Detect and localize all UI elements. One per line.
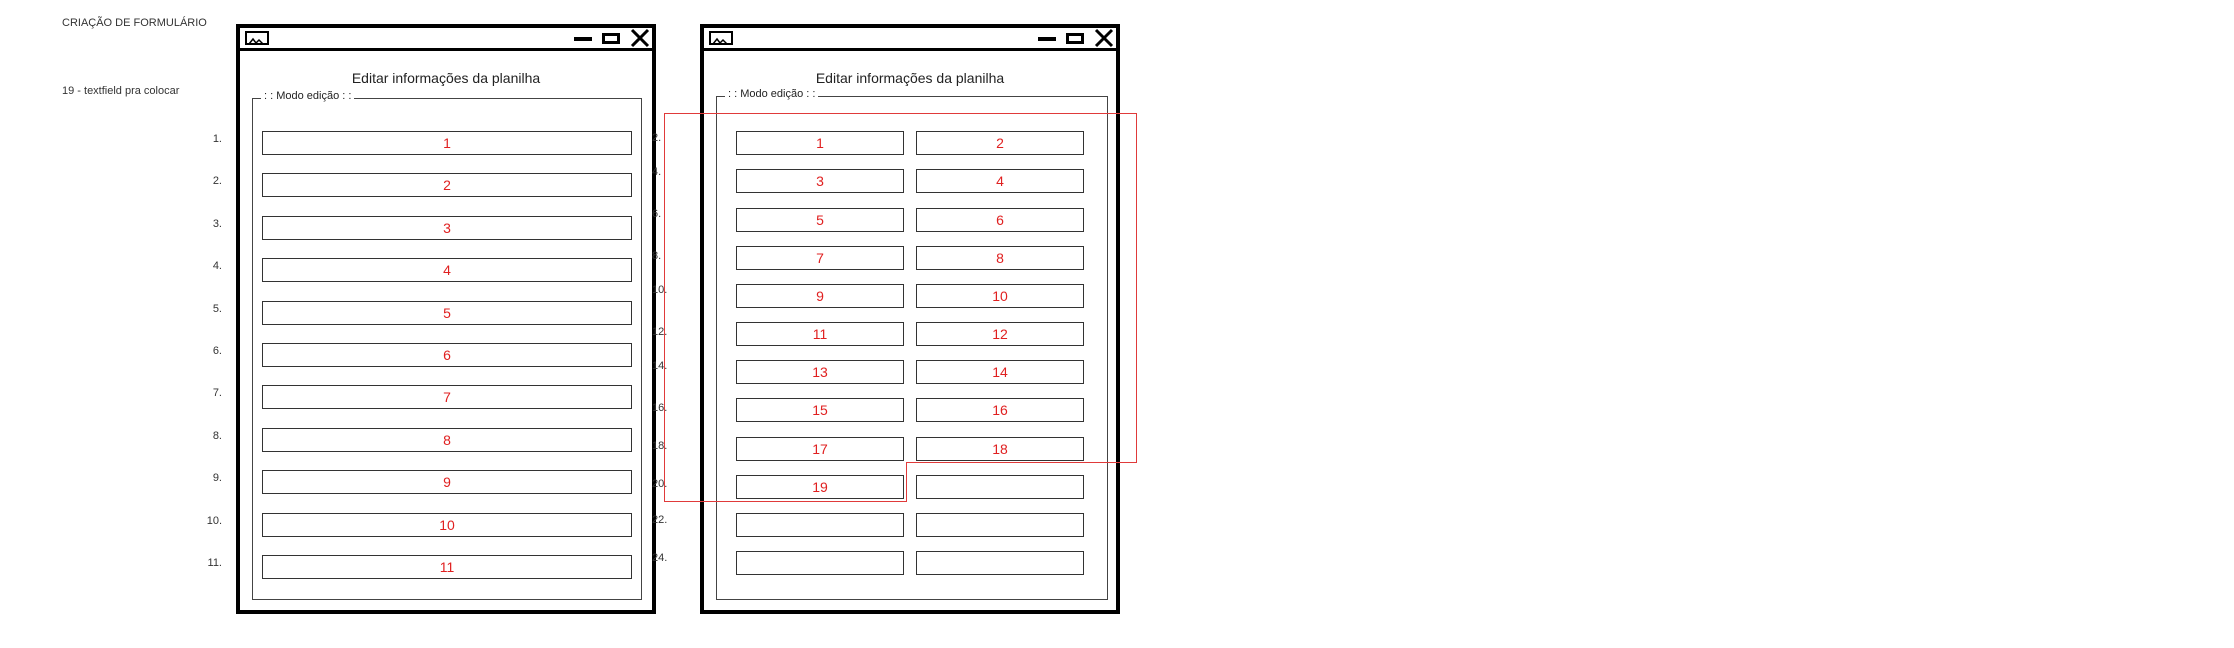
row-number-label: 4. <box>652 166 662 178</box>
text-field[interactable]: 16 <box>916 398 1084 422</box>
text-field[interactable] <box>916 475 1084 499</box>
text-field[interactable]: 7 <box>736 246 904 270</box>
text-field[interactable]: 18 <box>916 437 1084 461</box>
minimize-icon[interactable] <box>574 37 592 41</box>
text-field[interactable]: 19 <box>736 475 904 499</box>
row-number-label: 8. <box>212 429 222 442</box>
window-title: Editar informações da planilha <box>351 70 541 86</box>
text-field[interactable]: 15 <box>736 398 904 422</box>
text-field[interactable]: 10 <box>262 512 632 537</box>
row-number-label: 22. <box>652 514 668 526</box>
text-field[interactable] <box>736 513 904 537</box>
text-field[interactable]: 1 <box>736 131 904 155</box>
text-field[interactable]: 8 <box>916 246 1084 270</box>
text-field[interactable]: 6 <box>916 208 1084 232</box>
diagram-subtitle: 19 - textfield pra colocar <box>62 85 180 97</box>
row-number-label: 14. <box>652 360 668 372</box>
row-number-label: 4. <box>212 260 222 273</box>
close-icon[interactable] <box>1094 28 1114 48</box>
app-icon <box>709 31 733 45</box>
text-field[interactable]: 11 <box>736 322 904 346</box>
row-number-label: 6. <box>212 345 222 357</box>
text-field[interactable]: 3 <box>262 215 632 240</box>
text-field[interactable]: 2 <box>262 173 632 198</box>
text-field[interactable] <box>916 513 1084 537</box>
text-field[interactable]: 7 <box>262 385 632 410</box>
row-number-label: 24. <box>652 552 668 564</box>
text-field[interactable]: 5 <box>262 300 632 325</box>
text-field[interactable] <box>916 551 1084 575</box>
row-number-label: 3. <box>212 217 222 230</box>
text-field[interactable]: 14 <box>916 360 1084 384</box>
maximize-icon[interactable] <box>602 33 620 44</box>
row-number-label: 9. <box>212 472 222 485</box>
row-number-label: 18. <box>652 440 668 452</box>
text-field[interactable]: 11 <box>262 555 632 579</box>
text-field[interactable]: 3 <box>736 169 904 193</box>
row-number-label: 8. <box>652 250 662 262</box>
text-field[interactable]: 9 <box>736 284 904 308</box>
fieldset-legend: : : Modo edição : : <box>261 90 355 102</box>
text-field[interactable]: 17 <box>736 437 904 461</box>
diagram-heading: CRIAÇÃO DE FORMULÁRIO <box>62 17 207 29</box>
text-field[interactable]: 2 <box>916 131 1084 155</box>
text-field[interactable] <box>736 551 904 575</box>
text-field[interactable]: 10 <box>916 284 1084 308</box>
text-field[interactable]: 13 <box>736 360 904 384</box>
row-number-label: 6. <box>652 208 662 220</box>
row-number-label: 5. <box>212 302 222 315</box>
window-title: Editar informações da planilha <box>815 70 1005 86</box>
row-number-label: 20. <box>652 478 668 490</box>
maximize-icon[interactable] <box>1066 33 1084 44</box>
close-icon[interactable] <box>630 28 650 48</box>
text-field[interactable]: 9 <box>262 470 632 495</box>
row-number-label: 10. <box>652 284 668 296</box>
text-field[interactable]: 12 <box>916 322 1084 346</box>
row-number-label: 7. <box>212 387 222 400</box>
text-field[interactable]: 5 <box>736 208 904 232</box>
minimize-icon[interactable] <box>1038 37 1056 41</box>
text-field[interactable]: 4 <box>916 169 1084 193</box>
text-field[interactable]: 1 <box>262 131 632 155</box>
row-number-label: 11. <box>207 557 222 569</box>
titlebar <box>704 28 1116 51</box>
row-number-label: 16. <box>652 402 668 414</box>
row-number-label: 2. <box>652 132 662 144</box>
titlebar <box>240 28 652 51</box>
row-number-label: 2. <box>212 175 222 188</box>
text-field[interactable]: 8 <box>262 427 632 452</box>
app-icon <box>245 31 269 45</box>
row-number-label: 12. <box>652 326 668 338</box>
row-number-label: 1. <box>212 133 222 145</box>
text-field[interactable]: 6 <box>262 343 632 367</box>
window-left: Editar informações da planilha : : Modo … <box>236 24 656 614</box>
fieldset-legend: : : Modo edição : : <box>725 88 819 100</box>
row-number-label: 10. <box>206 514 222 527</box>
text-field[interactable]: 4 <box>262 258 632 283</box>
